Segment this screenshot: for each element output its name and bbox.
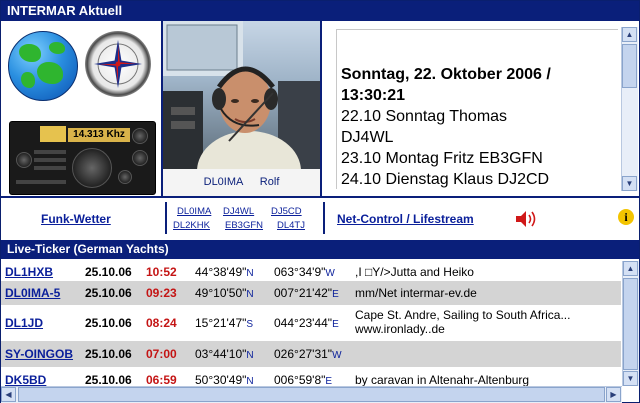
ticker-latitude: 49°10'50"N [195,286,254,300]
table-row: DL1HXB 25.10.06 10:52 44°38'49"N 063°34'… [1,261,621,281]
globe-icon[interactable] [8,31,78,101]
callsign-link[interactable]: EB3GFN [225,220,263,231]
news-time: 13:30:21 [341,87,406,104]
ticker-longitude: 007°21'42"E [274,286,339,300]
ticker-longitude: 026°27'31"W [274,347,342,361]
news-panel: Sonntag, 22. Oktober 2006 / 13:30:21 22.… [322,21,639,196]
scrollbar-thumb[interactable] [622,44,637,88]
transceiver-icon[interactable]: 14.313 Khz [9,121,156,195]
ticker-date: 25.10.06 [85,316,132,330]
ticker-message: ,I □Y/>Jutta and Heiko [355,265,474,279]
table-row: DL1JD 25.10.06 08:24 15°21'47"S 044°23'4… [1,305,621,341]
scroll-left-icon[interactable]: ◀ [1,387,16,402]
net-control-link[interactable]: Net-Control / Lifestream [337,212,474,226]
ticker-callsign[interactable]: SY-OINGOB [5,347,73,361]
ticker-time: 07:00 [146,347,177,361]
operator-photo-panel: DL0IMA Rolf [163,21,322,196]
scroll-down-icon[interactable]: ▼ [623,371,638,386]
scroll-right-icon[interactable]: ▶ [606,387,621,402]
news-line: 23.10 Montag Fritz EB3GFN [341,150,543,167]
ticker-date: 25.10.06 [85,286,132,300]
ticker-callsign[interactable]: DK5BD [5,373,46,386]
scrollbar-thumb[interactable] [18,387,605,402]
ticker-longitude: 006°59'8"E [274,373,333,386]
news-date: Sonntag, 22. Oktober 2006 / [341,66,551,83]
news-line: 24.10 Dienstag Klaus DJ2CD [341,171,550,188]
link-bar: Funk-Wetter DL0IMA DJ4WL DJ5CD DL2KHK EB… [1,198,639,238]
scrollbar-thumb[interactable] [623,278,638,370]
ticker-latitude: 44°38'49"N [195,265,254,279]
table-row: DK5BD 25.10.06 06:59 50°30'49"N 006°59'8… [1,367,621,386]
ticker-date: 25.10.06 [85,347,132,361]
ticker-latitude: 15°21'47"S [195,316,254,330]
table-row: SY-OINGOB 25.10.06 07:00 03°44'10"N 026°… [1,341,621,367]
ticker-date: 25.10.06 [85,265,132,279]
scroll-up-icon[interactable]: ▲ [622,27,637,42]
callsign-link[interactable]: DJ4WL [223,206,254,217]
ticker-header: Live-Ticker (German Yachts) [1,240,639,259]
ticker-callsign[interactable]: DL1JD [5,316,43,330]
ticker-latitude: 50°30'49"N [195,373,254,386]
callsign-link[interactable]: DL2KHK [173,220,210,231]
ticker-message: by caravan in Altenahr-Altenburg [355,373,530,386]
ticker-message: mm/Net intermar-ev.de [355,286,477,300]
scroll-down-icon[interactable]: ▼ [622,176,637,191]
ticker-time: 08:24 [146,316,177,330]
callsign-link[interactable]: DJ5CD [271,206,302,217]
funk-wetter-link[interactable]: Funk-Wetter [41,212,111,226]
ticker-horizontal-scrollbar[interactable]: ◀ ▶ [1,386,622,403]
info-icon[interactable]: i [618,209,634,225]
frequency-display: 14.313 Khz [68,128,130,142]
ticker-callsign[interactable]: DL0IMA-5 [5,286,60,300]
scroll-up-icon[interactable]: ▲ [623,261,638,276]
window-title: INTERMAR Aktuell [1,1,639,21]
divider [165,202,167,234]
callsign-link[interactable]: DL0IMA [177,206,211,217]
ticker-longitude: 063°34'9"W [274,265,335,279]
ticker-latitude: 03°44'10"N [195,347,254,361]
top-panel: 14.313 Khz DL0IMA Rolf Sonntag, 22. Okto… [1,21,639,198]
news-scrollbar[interactable]: ▲ ▼ [621,27,638,191]
ticker-table: DL1HXB 25.10.06 10:52 44°38'49"N 063°34'… [1,261,621,386]
ticker-time: 10:52 [146,265,177,279]
operator-photo [163,21,320,169]
app-window: INTERMAR Aktuell 14.313 Khz DL0IMA Rolf … [0,0,640,403]
icon-panel: 14.313 Khz [1,21,163,196]
ticker-time: 09:23 [146,286,177,300]
news-line: DJ4WL [341,129,394,146]
callsign-link[interactable]: DL4TJ [277,220,305,231]
news-content: Sonntag, 22. Oktober 2006 / 13:30:21 22.… [336,29,618,189]
ticker-longitude: 044°23'44"E [274,316,339,330]
speaker-icon[interactable] [515,210,539,228]
ticker-vertical-scrollbar[interactable]: ▲ ▼ [622,261,639,386]
divider [323,202,325,234]
compass-icon[interactable] [85,31,151,97]
photo-caption: DL0IMA Rolf [203,176,280,188]
ticker-callsign[interactable]: DL1HXB [5,265,53,279]
ticker-date: 25.10.06 [85,373,132,386]
ticker-time: 06:59 [146,373,177,386]
ticker-message: Cape St. Andre, Sailing to South Africa.… [355,308,571,336]
table-row: DL0IMA-5 25.10.06 09:23 49°10'50"N 007°2… [1,281,621,305]
news-line: 22.10 Sonntag Thomas [341,108,508,125]
